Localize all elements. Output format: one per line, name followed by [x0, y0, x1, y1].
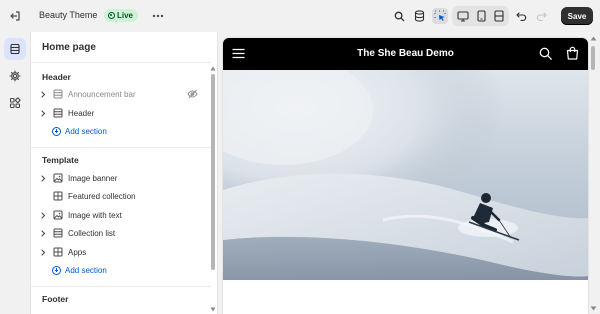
section-item-label: Announcement bar [68, 89, 136, 99]
section-item-label: Image with text [68, 210, 122, 220]
add-section-button[interactable]: Add section [52, 263, 107, 277]
left-rail [0, 32, 31, 314]
add-section-button[interactable]: Add section [52, 124, 107, 138]
section-item-label: Collection list [68, 228, 116, 238]
plus-circle-icon [52, 126, 61, 136]
fullscreen-view-icon[interactable] [491, 8, 507, 24]
divider [31, 286, 211, 287]
section-icon [51, 86, 64, 102]
chevron-right-icon[interactable] [39, 244, 48, 260]
inspector-select-icon[interactable] [432, 8, 448, 24]
redo-icon[interactable] [533, 8, 549, 24]
header-group-label: Header [42, 72, 71, 82]
live-status-label: Live [117, 11, 134, 20]
section-item-announcement-bar[interactable]: Announcement bar [39, 86, 211, 102]
grid-icon [51, 188, 64, 204]
chevron-right-icon[interactable] [39, 207, 48, 223]
image-banner[interactable] [223, 70, 588, 280]
section-item-image-with-text[interactable]: Image with text [39, 207, 211, 223]
store-title[interactable]: The She Beau Demo [223, 48, 588, 59]
section-item-header[interactable]: Header [39, 105, 211, 121]
page-title: Home page [42, 42, 96, 53]
sidebar-scrollbar-thumb[interactable] [211, 74, 215, 270]
store-preview: The She Beau Demo [219, 32, 600, 314]
section-icon [51, 225, 64, 241]
mobile-view-icon[interactable] [473, 8, 489, 24]
add-section-label: Add section [65, 265, 107, 275]
save-button[interactable]: Save [561, 7, 593, 25]
grid-icon [51, 244, 64, 260]
plus-circle-icon [52, 265, 61, 275]
undo-icon[interactable] [513, 8, 529, 24]
search-icon[interactable] [391, 8, 407, 24]
preview-scrollbar-thumb[interactable] [591, 46, 595, 70]
section-item-label: Featured collection [68, 191, 136, 201]
skier-banner-image [223, 70, 588, 280]
gear-icon[interactable] [4, 65, 26, 87]
section-item-collection-list[interactable]: Collection list [39, 225, 211, 241]
cart-icon[interactable] [566, 46, 579, 60]
preview-scroll-down-icon[interactable] [590, 306, 597, 311]
divider [31, 62, 211, 63]
preview-page-below-banner [223, 280, 588, 314]
chevron-right-icon[interactable] [39, 225, 48, 241]
section-icon [51, 105, 64, 121]
divider [31, 147, 211, 148]
section-item-label: Header [68, 108, 95, 118]
apps-icon[interactable] [4, 92, 26, 114]
section-item-label: Apps [68, 247, 87, 257]
desktop-view-icon[interactable] [455, 8, 471, 24]
more-actions-icon[interactable] [150, 8, 166, 24]
sections-sidebar: Home page Header Announcement bar Header… [31, 32, 218, 314]
exit-icon[interactable] [7, 8, 23, 24]
footer-group-label: Footer [42, 294, 69, 304]
template-group-label: Template [42, 155, 79, 165]
preview-frame: The She Beau Demo [223, 38, 588, 314]
section-item-apps[interactable]: Apps [39, 244, 211, 260]
image-icon [51, 207, 64, 223]
chevron-right-icon[interactable] [39, 86, 48, 102]
add-section-label: Add section [65, 126, 107, 136]
section-item-label: Image banner [68, 173, 118, 183]
sidebar-scrollbar[interactable] [209, 64, 217, 314]
chevron-right-icon[interactable] [39, 105, 48, 121]
theme-name: Beauty Theme [39, 10, 98, 20]
scroll-up-arrow-icon[interactable] [210, 66, 216, 71]
scroll-down-arrow-icon[interactable] [210, 307, 216, 312]
sections-icon[interactable] [4, 38, 26, 60]
live-status-badge: Live [104, 9, 139, 22]
store-search-icon[interactable] [539, 47, 552, 60]
live-dot-icon [108, 12, 115, 19]
database-icon[interactable] [411, 8, 427, 24]
preview-scroll-up-icon[interactable] [590, 36, 597, 41]
eye-hidden-icon[interactable] [187, 89, 198, 99]
image-icon [51, 170, 64, 186]
section-item-image-banner[interactable]: Image banner [39, 170, 211, 186]
chevron-right-icon[interactable] [39, 170, 48, 186]
store-header[interactable]: The She Beau Demo [223, 38, 588, 70]
section-item-featured-collection[interactable]: Featured collection [39, 188, 211, 204]
top-bar: Beauty Theme Live Save [0, 0, 600, 32]
